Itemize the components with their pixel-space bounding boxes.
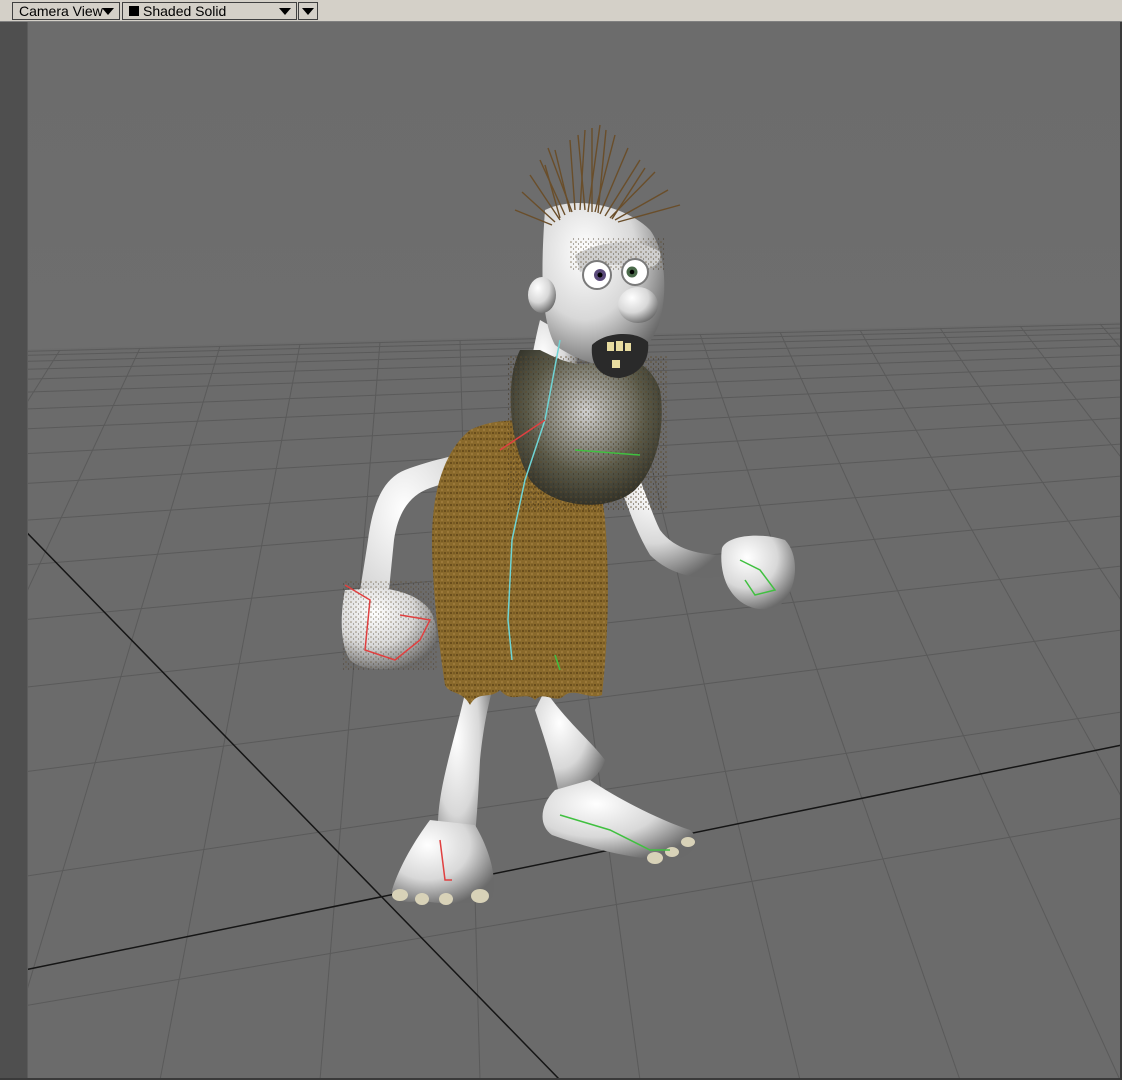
3d-viewport[interactable] <box>0 22 1122 1080</box>
character-nose <box>618 287 658 323</box>
chevron-down-icon <box>302 8 314 15</box>
shading-mode-dropdown[interactable]: Shaded Solid <box>122 2 297 20</box>
viewport-options-dropdown[interactable] <box>298 2 318 20</box>
lightwave-viewport-window: Camera View Shaded Solid <box>0 0 1122 1080</box>
viewport-left-border <box>0 22 28 1080</box>
view-type-label: Camera View <box>19 3 103 19</box>
solid-square-icon <box>129 6 139 16</box>
character-ear <box>528 277 556 313</box>
view-type-dropdown[interactable]: Camera View <box>12 2 120 20</box>
chevron-down-icon <box>279 8 291 15</box>
chevron-down-icon <box>102 8 114 15</box>
viewport-toolbar: Camera View Shaded Solid <box>0 0 1122 22</box>
shading-mode-label: Shaded Solid <box>143 3 227 19</box>
